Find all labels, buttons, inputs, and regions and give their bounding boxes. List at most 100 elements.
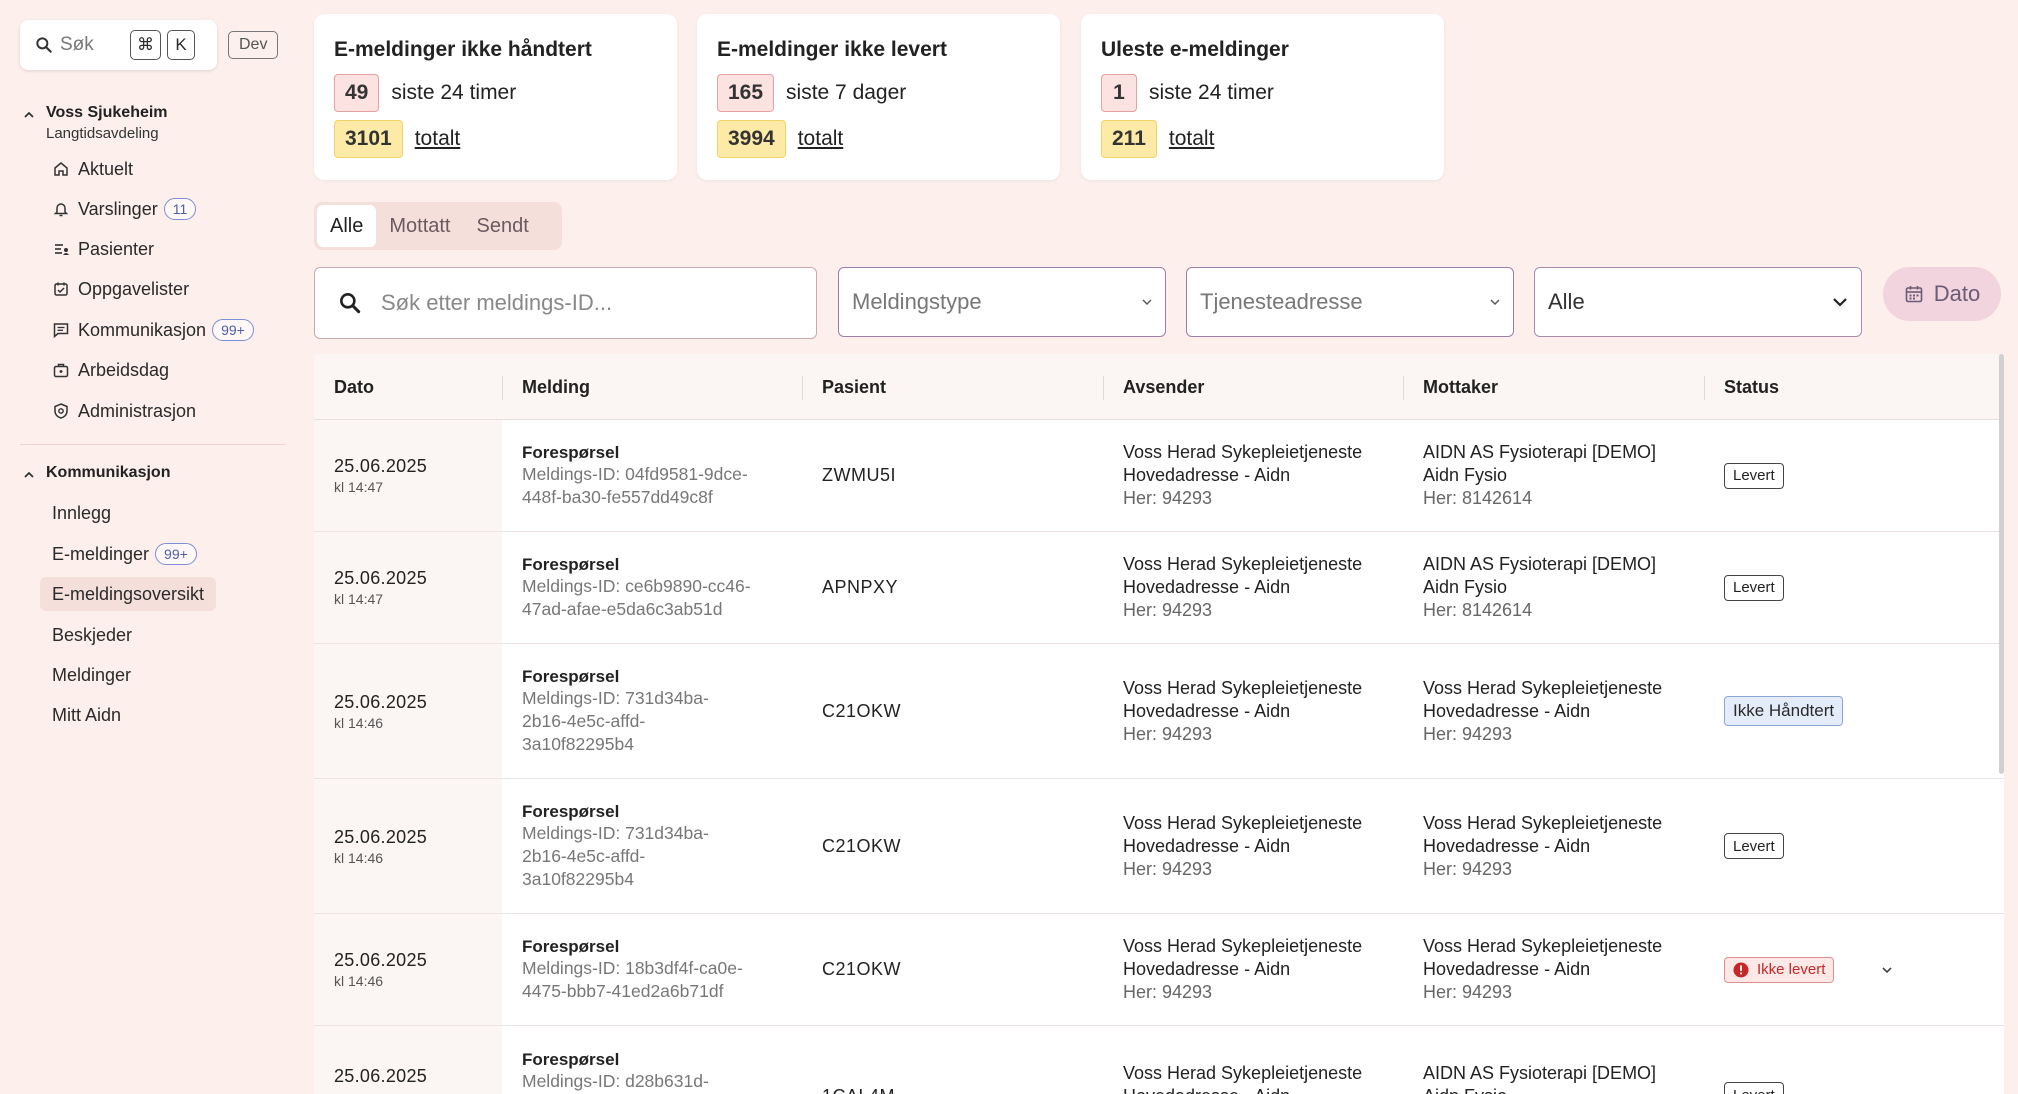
message-title: Forespørsel [522,1050,620,1069]
briefcase-icon [53,363,69,378]
row-date: 25.06.2025 [334,456,428,476]
sidebar-item-arbeidsdag[interactable]: Arbeidsdag [40,353,181,387]
receiver-cell: Voss Herad Sykepleietjeneste Hovedadress… [1403,644,1662,778]
table-row[interactable]: 25.06.2025 kl 14:46 Forespørsel Meldings… [314,779,2004,914]
row-time: kl 14:47 [334,479,384,495]
total-link[interactable]: totalt [415,127,461,151]
status-badge: Ikke levert [1724,956,1835,983]
table-row[interactable]: 25.06.2025 kl 14:47 Forespørsel Meldings… [314,532,2004,644]
section-group-header[interactable]: Kommunikasjon [22,464,170,482]
date-cell: 25.06.2025 kl 14:46 [314,914,502,1025]
stat-card-not-handled: E-meldinger ikke håndtert 49 siste 24 ti… [314,14,677,180]
status-badge: Levert [1724,833,1784,859]
sidebar-subitem-meldinger[interactable]: Meldinger [40,658,143,692]
sidebar-item-kommunikasjon[interactable]: Kommunikasjon 99+ [40,313,266,347]
table-row[interactable]: 25.06.2025 Forespørsel Meldings-ID: d28b… [314,1026,2004,1094]
expand-chevron-icon[interactable] [1880,963,1894,977]
stat-card-unread: Uleste e-meldinger 1 siste 24 timer 211 … [1081,14,1444,180]
table-row[interactable]: 25.06.2025 kl 14:46 Forespørsel Meldings… [314,644,2004,779]
sender-cell: Voss Herad Sykepleietjeneste Hovedadress… [1103,1026,1362,1094]
column-header-status[interactable]: Status [1704,354,1779,420]
tab-alle[interactable]: Alle [317,205,377,247]
receiver-name: AIDN AS Fysioterapi [DEMO] [1423,554,1657,574]
tab-mottatt[interactable]: Mottatt [376,205,463,247]
patient-cell: C21OKW [802,779,901,913]
receiver-address: Aidn Fysio [1423,577,1508,597]
message-title: Forespørsel [522,666,620,686]
table-row[interactable]: 25.06.2025 kl 14:47 Forespørsel Meldings… [314,420,2004,532]
sidebar-subitem-e-meldingsoversikt[interactable]: E-meldingsoversikt [40,577,217,611]
stat-card-title: E-meldinger ikke levert [717,38,947,61]
service-address-value: Tjenesteadresse [1200,289,1363,314]
message-id-line: Meldings-ID: 04fd9581-9dce- [522,463,748,484]
column-header-pasient[interactable]: Pasient [802,354,886,420]
receiver-cell: AIDN AS Fysioterapi [DEMO] Aidn Fysio He… [1403,420,1656,531]
bell-icon [53,203,69,217]
message-cell: Forespørsel Meldings-ID: d28b631d- [502,1026,802,1094]
chevron-up-icon [24,471,34,478]
status-badge: Ikke Håndtert [1724,696,1844,726]
sidebar-item-label: Arbeidsdag [78,359,170,380]
sidebar-item-oppgavelister[interactable]: Oppgavelister [40,272,201,306]
service-address-select[interactable]: Tjenesteadresse [1186,267,1514,337]
sidebar-search[interactable]: Søk ⌘ K [20,20,217,70]
column-header-dato[interactable]: Dato [314,354,374,420]
date-filter-button[interactable]: Dato [1883,267,2001,321]
message-cell: Forespørsel Meldings-ID: ce6b9890-cc46- … [502,532,802,643]
sidebar-item-varslinger[interactable]: Varslinger 11 [40,192,208,226]
patient-code: C21OKW [822,700,902,721]
message-cell: Forespørsel Meldings-ID: 731d34ba- 2b16-… [502,779,802,913]
recent-period-label: siste 7 dager [786,81,907,104]
chevron-up-icon [24,111,34,118]
column-header-melding[interactable]: Melding [502,354,590,420]
table-scrollbar[interactable] [1999,354,2004,774]
patient-code: ZWMU5I [822,465,896,485]
sidebar-subitem-mitt-aidn[interactable]: Mitt Aidn [40,698,133,732]
status-select-value: Alle [1548,289,1585,314]
sidebar-subitem-e-meldinger[interactable]: E-meldinger 99+ [40,537,209,571]
row-time: kl 14:46 [334,849,384,866]
message-id-line: Meldings-ID: 731d34ba- [522,687,709,708]
row-date: 25.06.2025 [334,691,428,712]
message-type-select[interactable]: Meldingstype [838,267,1166,337]
patient-code: C21OKW [822,835,902,856]
k-key-hint: K [167,30,195,60]
chevron-down-icon [1142,299,1152,305]
status-cell: Ikke levert [1704,914,1835,1025]
sidebar-subitem-beskjeder[interactable]: Beskjeder [40,618,144,652]
messages-table: Dato Melding Pasient Avsender Mottaker S… [314,354,2004,1094]
status-select[interactable]: Alle [1534,267,1862,337]
receiver-address: Hovedadresse - Aidn [1423,835,1591,856]
receiver-her-id: Her: 94293 [1423,723,1513,744]
org-group-header[interactable]: Voss Sjukeheim Langtidsavdeling [22,104,168,142]
column-header-avsender[interactable]: Avsender [1103,354,1204,420]
row-date: 25.06.2025 [334,568,428,588]
row-date: 25.06.2025 [334,1066,428,1086]
status-badge: Levert [1724,1082,1784,1094]
message-id-search-input[interactable] [381,290,801,316]
sidebar-item-label: Meldinger [52,664,132,685]
sender-address: Hovedadresse - Aidn [1123,959,1291,979]
direction-tabs: Alle Mottatt Sendt [314,202,562,250]
sidebar-item-label: Pasienter [78,238,155,259]
sender-cell: Voss Herad Sykepleietjeneste Hovedadress… [1103,914,1362,1025]
tab-sendt[interactable]: Sendt [464,205,542,247]
sidebar-subitem-innlegg[interactable]: Innlegg [40,496,123,530]
receiver-address: Aidn Fysio [1423,1085,1656,1094]
table-row[interactable]: 25.06.2025 kl 14:46 Forespørsel Meldings… [314,914,2004,1026]
error-icon [1733,962,1749,977]
recent-count-badge: 49 [334,74,380,112]
sidebar-item-label: Varslinger [78,198,158,219]
column-header-mottaker[interactable]: Mottaker [1403,354,1498,420]
date-cell: 25.06.2025 kl 14:46 [314,779,502,913]
recent-period-label: siste 24 timer [1149,81,1274,104]
varslinger-count-badge: 11 [163,198,197,220]
total-link[interactable]: totalt [1169,127,1215,151]
status-cell: Ikke Håndtert [1704,644,1844,778]
total-link[interactable]: totalt [798,127,844,151]
message-id-search [314,267,817,339]
sidebar-item-pasienter[interactable]: Pasienter [40,232,166,266]
sidebar-item-administrasjon[interactable]: Administrasjon [40,394,208,428]
sender-name: Voss Herad Sykepleietjeneste [1123,677,1363,698]
sidebar-item-aktuelt[interactable]: Aktuelt [40,152,145,186]
